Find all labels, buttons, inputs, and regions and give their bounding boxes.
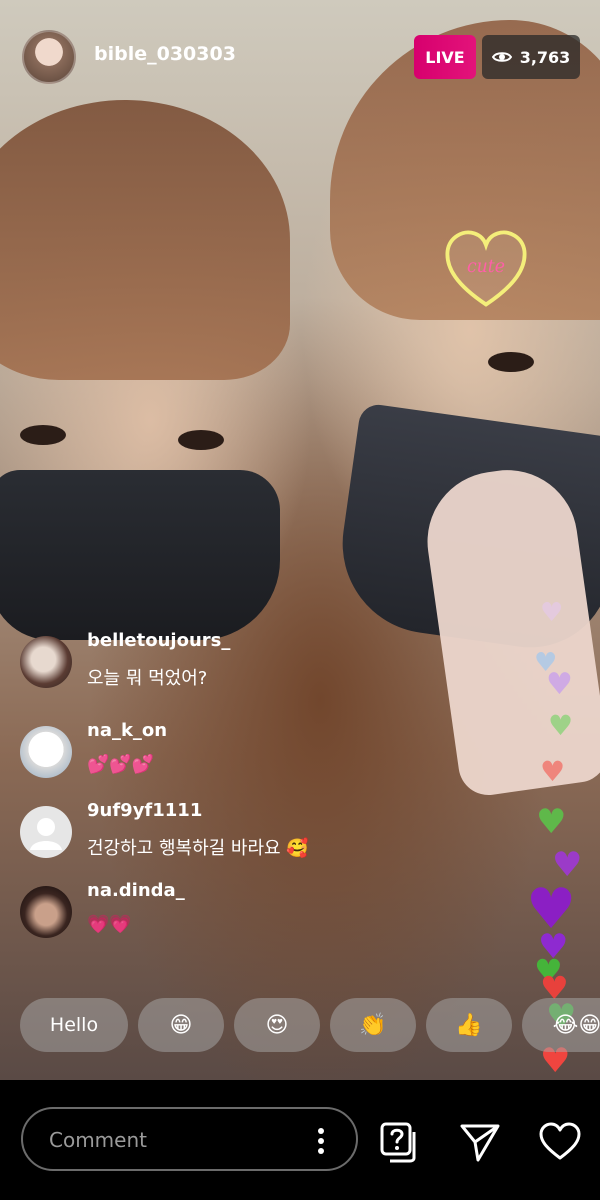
quick-reactions: Hello 😁 😍 👏 👍 😂😁 <box>0 998 600 1054</box>
bottom-bar <box>0 1080 600 1200</box>
default-avatar-icon[interactable] <box>20 806 72 858</box>
floating-heart-icon: ♥ <box>540 598 564 628</box>
floating-heart-icon: ♥ <box>540 755 566 788</box>
more-vertical-icon[interactable] <box>311 1123 331 1159</box>
quick-reply-label: Hello <box>49 1014 99 1036</box>
video-figure <box>488 352 534 372</box>
comment-username[interactable]: na_k_on <box>87 720 167 741</box>
comment-username[interactable]: na.dinda_ <box>87 880 185 901</box>
heart-outline-icon[interactable] <box>538 1120 582 1164</box>
commenter-avatar[interactable] <box>20 886 72 938</box>
live-label: LIVE <box>425 47 465 67</box>
comment-item: na.dinda_ 💗💗 <box>20 878 400 938</box>
eye-icon <box>491 52 512 62</box>
quick-reply-clap[interactable]: 👏 <box>330 998 416 1052</box>
floating-heart-icon: ♥ <box>546 667 573 702</box>
live-badge: LIVE <box>414 35 476 79</box>
commenter-avatar[interactable] <box>20 636 72 688</box>
commenter-avatar[interactable] <box>20 726 72 778</box>
top-bar: bible_030303 LIVE 3,763 <box>0 0 600 110</box>
comment-item: 9uf9yf1111 건강하고 행복하길 바라요 🥰 <box>20 798 400 859</box>
host-username[interactable]: bible_030303 <box>94 43 236 65</box>
comment-item: na_k_on 💕💕💕 <box>20 718 400 778</box>
video-figure <box>178 430 224 450</box>
host-avatar[interactable] <box>22 30 76 84</box>
comment-composer[interactable] <box>21 1107 358 1171</box>
comment-username[interactable]: belletoujours_ <box>87 630 230 651</box>
comment-text: 건강하고 행복하길 바라요 🥰 <box>87 838 309 859</box>
thumbs-up-emoji: 👍 <box>455 1012 483 1038</box>
cute-heart-sticker: cute <box>445 230 527 307</box>
video-figure <box>0 470 280 640</box>
floating-heart-icon: ♥ <box>536 802 567 842</box>
clap-emoji: 👏 <box>359 1012 387 1038</box>
heart-eyes-emoji: 😍 <box>265 1012 289 1038</box>
laugh-emoji: 😂😁 <box>552 1012 600 1038</box>
question-sticker-icon[interactable] <box>378 1120 422 1164</box>
comment-input[interactable] <box>47 1125 311 1155</box>
viewer-count-badge[interactable]: 3,763 <box>482 35 580 79</box>
floating-heart-icon: ♥ <box>548 709 574 742</box>
quick-reply-heart-eyes[interactable]: 😍 <box>234 998 320 1052</box>
comment-text: 💗💗 <box>87 914 132 935</box>
quick-reply-grin[interactable]: 😁 <box>138 998 224 1052</box>
comment-username[interactable]: 9uf9yf1111 <box>87 800 202 821</box>
comment-text: 오늘 뭐 먹었어? <box>87 668 208 689</box>
comment-item: belletoujours_ 오늘 뭐 먹었어? <box>20 628 400 689</box>
grin-emoji: 😁 <box>169 1012 193 1038</box>
video-figure <box>0 100 290 380</box>
quick-reply-thumbs-up[interactable]: 👍 <box>426 998 512 1052</box>
quick-reply-more[interactable]: 😂😁 <box>522 998 600 1052</box>
comment-text: 💕💕💕 <box>87 754 155 775</box>
viewer-count: 3,763 <box>519 47 571 67</box>
send-icon[interactable] <box>458 1120 502 1164</box>
video-figure <box>20 425 66 445</box>
sticker-text: cute <box>467 257 505 277</box>
quick-reply-hello[interactable]: Hello <box>20 998 128 1052</box>
